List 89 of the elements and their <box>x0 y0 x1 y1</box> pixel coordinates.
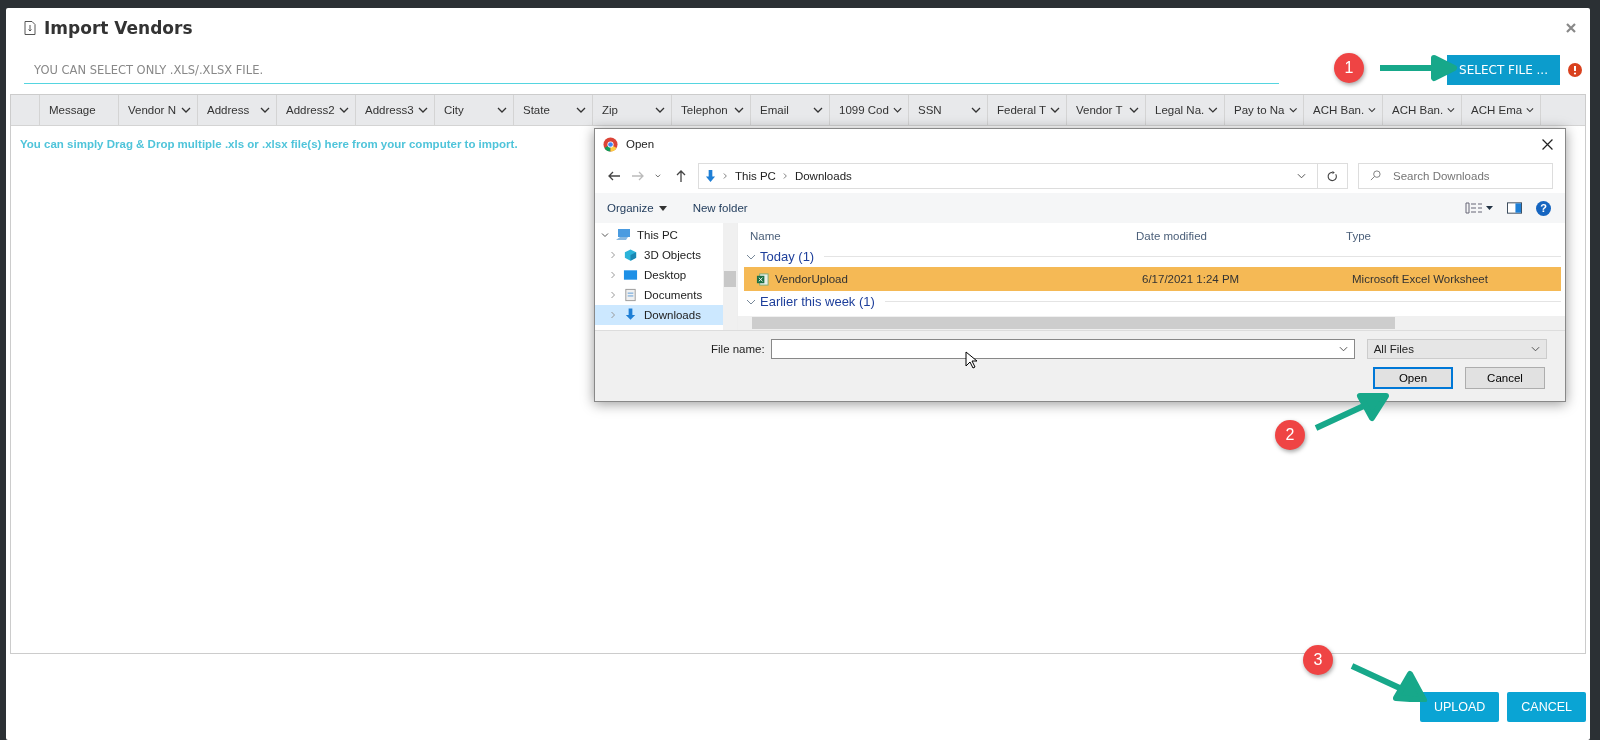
spreadsheet-file-icon <box>756 272 769 286</box>
round-logo-icon <box>603 136 618 152</box>
new-folder-button[interactable]: New folder <box>686 200 754 216</box>
dialog-title: Open <box>626 138 655 150</box>
column-header[interactable]: Message <box>40 95 119 125</box>
cube-icon <box>623 248 638 262</box>
column-header[interactable]: Telephon <box>672 95 751 125</box>
chevron-down-icon[interactable] <box>813 107 823 113</box>
view-options-icon[interactable] <box>1465 202 1493 214</box>
preview-pane-icon[interactable] <box>1507 202 1522 214</box>
column-header[interactable]: Zip <box>593 95 672 125</box>
file-group-header[interactable]: Earlier this week (1) <box>744 294 1561 309</box>
chevron-down-icon[interactable] <box>1208 107 1218 113</box>
chevron-down-icon[interactable] <box>971 107 981 113</box>
column-header[interactable]: Legal Na. <box>1146 95 1225 125</box>
breadcrumb-item[interactable]: This PC <box>735 170 776 182</box>
chevron-down-icon[interactable] <box>892 107 902 113</box>
tree-item[interactable]: This PC <box>595 225 723 245</box>
file-group-header[interactable]: Today (1) <box>744 249 1561 264</box>
chevron-down-icon[interactable] <box>734 107 744 113</box>
pointer-arrow-icon <box>1348 662 1428 702</box>
help-icon[interactable]: ? <box>1536 200 1551 216</box>
organize-menu[interactable]: Organize <box>601 200 673 216</box>
chevron-down-icon[interactable] <box>181 107 191 113</box>
tree-item[interactable]: 3D Objects <box>595 245 723 265</box>
column-header[interactable]: Vendor N <box>119 95 198 125</box>
column-header[interactable]: ACH Ema <box>1462 95 1541 125</box>
chevron-down-icon[interactable] <box>1129 107 1139 113</box>
list-column-header[interactable]: Name <box>744 230 1130 242</box>
pointer-arrow-icon <box>1312 392 1392 432</box>
search-icon <box>1370 170 1381 181</box>
chevron-down-icon[interactable] <box>1447 107 1455 113</box>
column-header[interactable]: State <box>514 95 593 125</box>
chevron-right-icon <box>723 172 728 180</box>
chevron-down-icon[interactable] <box>418 107 428 113</box>
chevron-right-icon <box>782 172 788 180</box>
chevron-down-icon[interactable] <box>1526 107 1534 113</box>
chevron-down-icon[interactable] <box>1288 107 1297 113</box>
download-arrow-icon <box>623 308 638 322</box>
chevron-down-icon[interactable] <box>497 107 507 113</box>
column-header[interactable]: Address3 <box>356 95 435 125</box>
list-column-header[interactable]: Date modified <box>1130 230 1340 242</box>
column-header[interactable]: ACH Ban. <box>1383 95 1462 125</box>
refresh-icon[interactable] <box>1327 170 1338 182</box>
chevron-down-icon <box>1531 346 1540 352</box>
column-header[interactable]: ACH Ban. <box>1304 95 1383 125</box>
tree-item[interactable]: Downloads <box>595 305 723 325</box>
list-column-header[interactable]: Type <box>1340 230 1561 242</box>
document-icon <box>623 288 638 302</box>
breadcrumb-item[interactable]: Downloads <box>794 170 852 182</box>
scrollbar[interactable] <box>723 223 737 330</box>
column-header[interactable]: Federal T <box>988 95 1067 125</box>
error-icon <box>1568 63 1582 77</box>
chevron-down-icon[interactable] <box>576 107 586 113</box>
address-bar[interactable]: This PC Downloads <box>698 163 1348 189</box>
search-field[interactable]: Search Downloads <box>1358 163 1553 189</box>
column-header[interactable]: Email <box>751 95 830 125</box>
chevron-down-icon[interactable] <box>339 107 349 113</box>
tree-item[interactable]: Desktop <box>595 265 723 285</box>
file-name-label: File name: <box>711 343 765 355</box>
scrollbar[interactable] <box>738 316 1565 330</box>
tree-item[interactable]: Documents <box>595 285 723 305</box>
chevron-down-icon[interactable] <box>1050 107 1060 113</box>
close-icon[interactable] <box>1542 138 1553 150</box>
back-arrow-icon[interactable] <box>607 169 621 183</box>
dialog-button[interactable]: Cancel <box>1465 367 1545 389</box>
chevron-down-icon[interactable] <box>260 107 270 113</box>
column-header[interactable]: SSN <box>909 95 988 125</box>
column-header[interactable]: Pay to Na <box>1225 95 1304 125</box>
caret-icon <box>658 205 667 211</box>
column-header[interactable]: 1099 Cod <box>830 95 909 125</box>
download-arrow-icon <box>705 169 716 183</box>
monitor-icon <box>623 268 638 282</box>
modal-title: Import Vendors <box>44 18 193 38</box>
column-header[interactable]: City <box>435 95 514 125</box>
file-name-field[interactable] <box>770 339 1355 359</box>
drop-hint: You can simply Drag & Drop multiple .xls or .xlsx file(s) here from your computer to import. <box>20 138 518 150</box>
mouse-pointer-icon <box>965 351 977 369</box>
file-type-dropdown[interactable]: All Files <box>1366 339 1547 359</box>
up-arrow-icon[interactable] <box>674 169 688 183</box>
chevron-down-icon[interactable] <box>655 107 665 113</box>
computer-icon <box>615 228 631 242</box>
chevron-down-icon[interactable] <box>1368 107 1376 113</box>
dialog-button[interactable]: Open <box>1373 367 1453 389</box>
column-header[interactable]: Address <box>198 95 277 125</box>
file-icon <box>24 21 36 35</box>
column-header[interactable]: Address2 <box>277 95 356 125</box>
file-row[interactable]: VendorUpload 6/17/2021 1:24 PM Microsoft Excel Worksheet <box>744 267 1561 291</box>
column-header[interactable]: Vendor T <box>1067 95 1146 125</box>
